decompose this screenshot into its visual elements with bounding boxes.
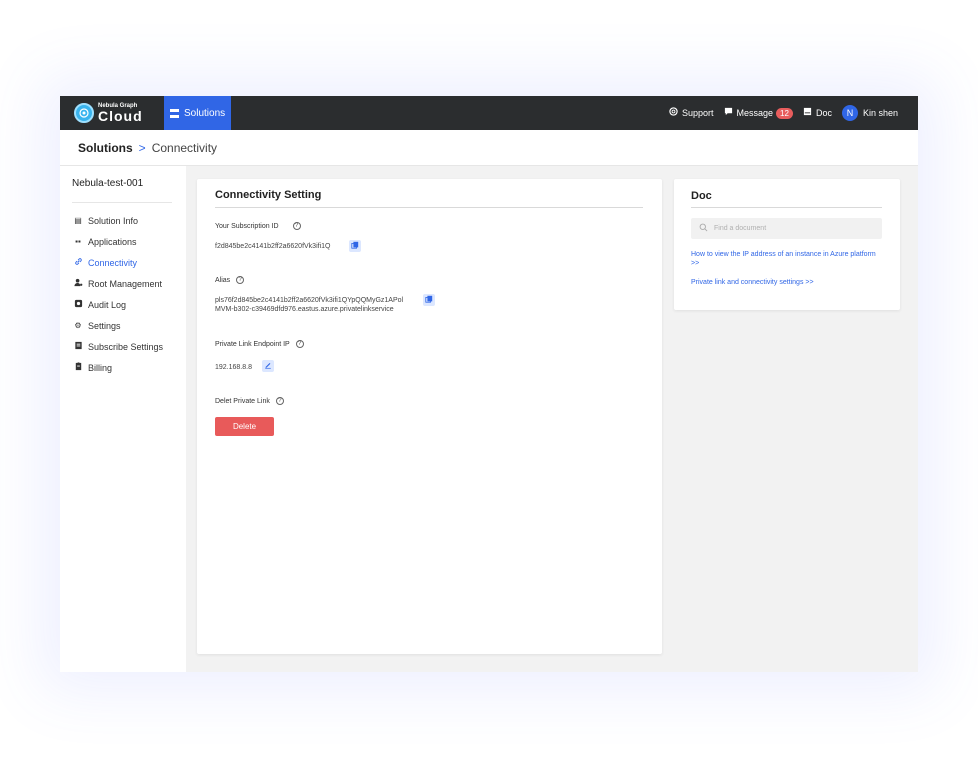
doc-divider bbox=[691, 207, 882, 208]
nav-solutions[interactable]: Solutions bbox=[164, 96, 232, 130]
breadcrumb-current: Connectivity bbox=[151, 140, 218, 155]
log-icon bbox=[72, 299, 84, 310]
solutions-icon bbox=[170, 108, 179, 118]
message-icon bbox=[724, 107, 733, 119]
sidebar-item-settings[interactable]: ⚙ Settings bbox=[72, 315, 163, 336]
endpoint-ip-value: 192.168.8.8 bbox=[215, 364, 252, 371]
app-window: Nebula Graph Cloud Solutions Support Mes… bbox=[60, 96, 918, 672]
sidebar-divider bbox=[72, 202, 172, 203]
copy-icon bbox=[351, 241, 359, 251]
doc-link[interactable]: Doc bbox=[803, 107, 832, 119]
doc-link-azure-ip[interactable]: How to view the IP address of an instanc… bbox=[691, 250, 881, 268]
user-name: Kin shen bbox=[862, 108, 898, 118]
sidebar-item-connectivity[interactable]: Connectivity bbox=[72, 252, 163, 273]
billing-icon bbox=[72, 362, 84, 373]
logo-big-text: Cloud bbox=[98, 108, 143, 124]
subscription-id-label-text: Your Subscription ID bbox=[215, 222, 279, 230]
sidebar-item-solution-info[interactable]: ▤ Solution Info bbox=[72, 210, 163, 231]
logo[interactable]: Nebula Graph Cloud bbox=[74, 103, 170, 123]
sidebar-item-label: Settings bbox=[88, 320, 121, 331]
delete-link-label: Delet Private Link ? bbox=[215, 397, 284, 405]
sidebar-item-subscribe-settings[interactable]: Subscribe Settings bbox=[72, 336, 163, 357]
doc-title: Doc bbox=[691, 190, 712, 202]
breadcrumb-separator: > bbox=[138, 140, 146, 155]
grid-icon: ▪▪ bbox=[75, 237, 81, 246]
sidebar-item-billing[interactable]: Billing bbox=[72, 357, 163, 378]
breadcrumb-root[interactable]: Solutions bbox=[78, 141, 133, 155]
subscription-id-value: f2d845be2c4141b2ff2a6620fVk3ifi1Q bbox=[215, 243, 331, 250]
sidebar-item-label: Root Management bbox=[88, 278, 163, 289]
support-label: Support bbox=[681, 108, 714, 118]
subscribe-icon bbox=[72, 341, 84, 352]
doc-search-placeholder: Find a document bbox=[714, 225, 767, 232]
copy-subscription-button[interactable] bbox=[349, 240, 361, 252]
help-icon[interactable]: ? bbox=[236, 276, 245, 284]
delete-link-label-text: Delet Private Link bbox=[215, 397, 270, 405]
book-icon bbox=[803, 107, 812, 119]
subscription-id-label: Your Subscription ID ? bbox=[215, 222, 301, 230]
sidebar-item-root-management[interactable]: Root Management bbox=[72, 273, 163, 294]
edit-endpoint-button[interactable] bbox=[262, 360, 274, 372]
connectivity-setting-card: Connectivity Setting Your Subscription I… bbox=[197, 179, 662, 654]
solution-name: Nebula-test-001 bbox=[72, 178, 144, 189]
help-icon[interactable]: ? bbox=[295, 340, 304, 348]
card-divider bbox=[215, 207, 643, 208]
help-icon[interactable]: ? bbox=[292, 222, 301, 230]
nav-solutions-label: Solutions bbox=[184, 107, 226, 119]
message-link[interactable]: Message 12 bbox=[724, 107, 793, 119]
endpoint-ip-label-text: Private Link Endpoint IP bbox=[215, 340, 290, 348]
user-menu[interactable]: N Kin shen bbox=[841, 105, 898, 121]
sidebar-item-audit-log[interactable]: Audit Log bbox=[72, 294, 163, 315]
alias-label: Alias ? bbox=[215, 276, 245, 284]
card-title: Connectivity Setting bbox=[215, 189, 322, 201]
top-bar: Nebula Graph Cloud Solutions Support Mes… bbox=[60, 96, 918, 130]
help-icon[interactable]: ? bbox=[275, 397, 284, 405]
message-label: Message bbox=[736, 108, 774, 118]
breadcrumb: Solutions > Connectivity bbox=[60, 130, 918, 166]
delete-button[interactable]: Delete bbox=[215, 417, 274, 436]
sidebar-item-applications[interactable]: ▪▪ Applications bbox=[72, 231, 163, 252]
alias-value-line1: pls76f2d845be2c4141b2ff2a6620fVk3ifi1QYp… bbox=[215, 297, 404, 304]
sidebar-item-label: Billing bbox=[88, 362, 113, 373]
sidebar-item-label: Applications bbox=[88, 236, 137, 247]
doc-label: Doc bbox=[815, 108, 832, 118]
sidebar-item-label: Subscribe Settings bbox=[88, 341, 164, 352]
message-count-badge: 12 bbox=[776, 107, 793, 119]
top-right-menu: Support Message 12 Doc N Kin shen bbox=[659, 96, 898, 130]
avatar: N bbox=[841, 105, 858, 121]
document-icon: ▤ bbox=[74, 216, 82, 225]
sidebar-nav: ▤ Solution Info ▪▪ Applications Connecti… bbox=[72, 210, 163, 378]
user-gear-icon bbox=[72, 278, 84, 289]
alias-label-text: Alias bbox=[215, 276, 231, 284]
doc-search-input[interactable]: Find a document bbox=[691, 218, 882, 239]
gear-icon: ⚙ bbox=[74, 321, 82, 330]
alias-value-line2: MVM-b302-c39469dfd976.eastus.azure.priva… bbox=[215, 306, 394, 313]
copy-alias-button[interactable] bbox=[423, 294, 435, 306]
doc-link-private-link[interactable]: Private link and connectivity settings >… bbox=[691, 278, 881, 287]
nebula-logo-icon bbox=[74, 103, 94, 123]
support-icon bbox=[669, 107, 678, 119]
search-icon bbox=[699, 223, 708, 234]
endpoint-ip-label: Private Link Endpoint IP ? bbox=[215, 340, 304, 348]
logo-text: Nebula Graph Cloud bbox=[98, 103, 143, 123]
pencil-icon bbox=[264, 361, 272, 371]
sidebar-item-label: Solution Info bbox=[88, 215, 139, 226]
sidebar: Nebula-test-001 ▤ Solution Info ▪▪ Appli… bbox=[60, 166, 186, 672]
sidebar-item-label: Connectivity bbox=[88, 257, 138, 268]
link-icon bbox=[72, 257, 84, 268]
support-link[interactable]: Support bbox=[669, 107, 714, 119]
doc-card: Doc Find a document How to view the IP a… bbox=[674, 179, 900, 310]
copy-icon bbox=[425, 295, 433, 305]
sidebar-item-label: Audit Log bbox=[88, 299, 127, 310]
